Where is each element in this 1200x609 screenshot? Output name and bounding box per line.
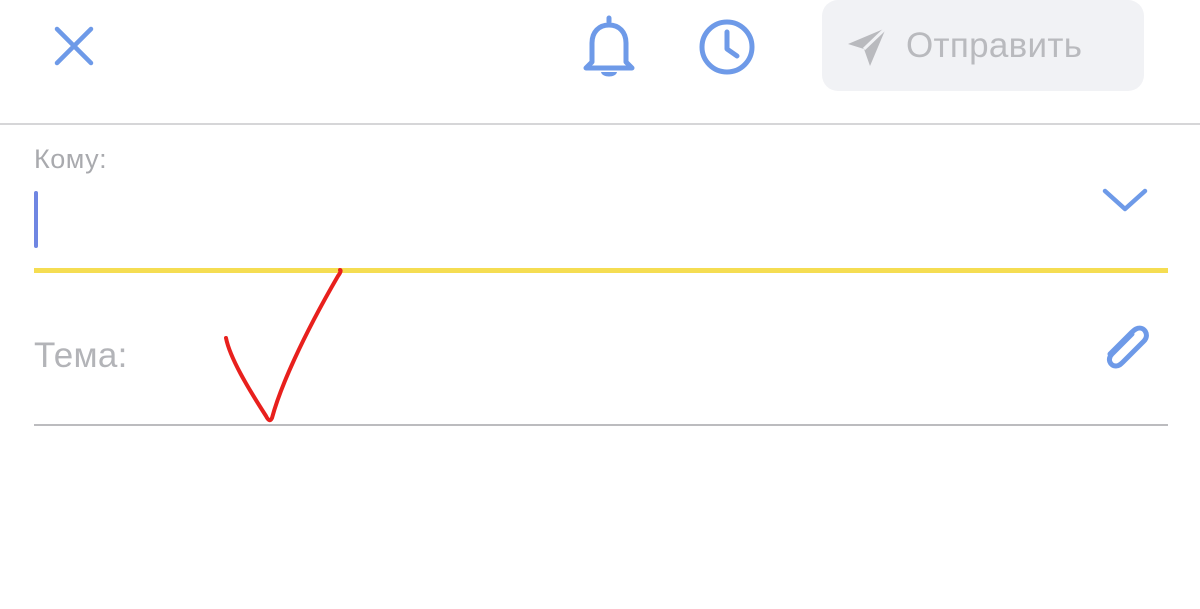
close-button[interactable] xyxy=(40,12,108,80)
reminder-button[interactable] xyxy=(578,12,640,82)
toolbar-divider xyxy=(0,123,1200,125)
to-field-underline xyxy=(34,268,1168,273)
to-field[interactable] xyxy=(34,186,1074,252)
compose-screen: Отправить Кому: Тема: xyxy=(0,0,1200,609)
chevron-down-icon xyxy=(1102,188,1148,212)
send-button-label: Отправить xyxy=(906,26,1083,65)
subject-field-label: Тема: xyxy=(34,336,128,375)
expand-recipients-button[interactable] xyxy=(1096,176,1154,224)
paperclip-icon xyxy=(1106,325,1149,369)
paper-plane-icon xyxy=(848,26,888,66)
close-icon xyxy=(54,26,94,66)
attach-button[interactable] xyxy=(1094,318,1156,380)
subject-field-underline xyxy=(34,424,1168,426)
to-field-label: Кому: xyxy=(34,144,108,174)
subject-field[interactable]: Тема: xyxy=(34,318,1074,394)
text-caret xyxy=(34,191,38,248)
send-button[interactable]: Отправить xyxy=(822,0,1144,91)
schedule-button[interactable] xyxy=(694,14,760,80)
clock-icon xyxy=(699,19,755,75)
bell-icon xyxy=(583,15,635,77)
